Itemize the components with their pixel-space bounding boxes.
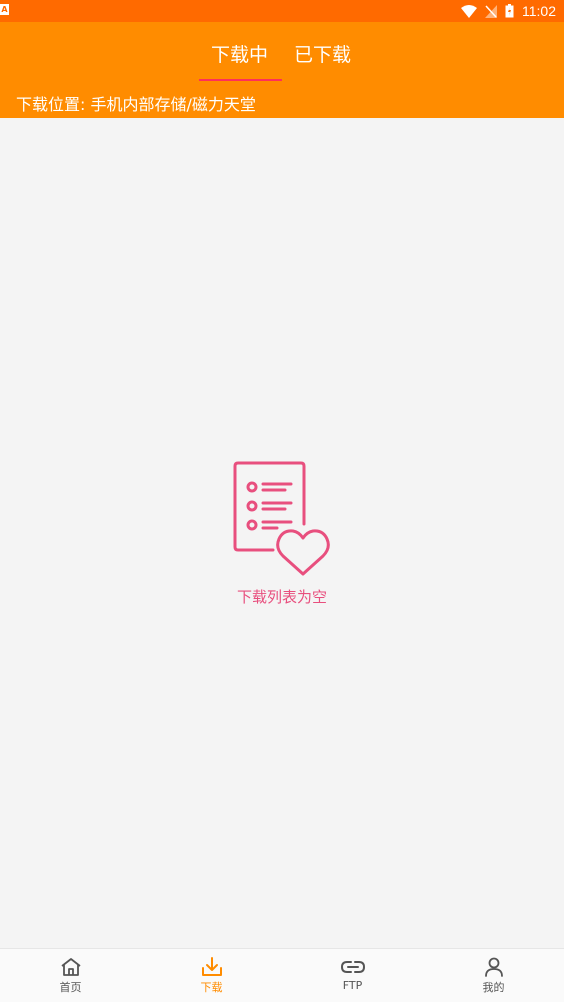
tab-downloading[interactable]: 下载中 [211, 40, 268, 67]
clock: 11:02 [522, 3, 556, 19]
link-icon [340, 961, 365, 973]
nav-ftp[interactable]: FTP [282, 949, 423, 1002]
person-icon [484, 957, 503, 977]
battery-icon [505, 4, 514, 18]
nav-download[interactable]: 下载 [141, 949, 282, 1002]
nav-home[interactable]: 首页 [0, 949, 141, 1002]
download-location: 下载位置: 手机内部存储/磁力天堂 [16, 95, 256, 114]
nav-ftp-label: FTP [342, 979, 363, 992]
list-heart-icon [233, 461, 330, 576]
nav-mine[interactable]: 我的 [423, 949, 564, 1002]
empty-state: 下载列表为空 [0, 460, 564, 607]
nav-download-label: 下载 [200, 981, 223, 994]
empty-message: 下载列表为空 [236, 588, 327, 606]
tab-bar: 下载中 已下载 [0, 22, 564, 82]
tab-downloaded[interactable]: 已下载 [294, 40, 351, 67]
status-bar: A 11:02 [0, 0, 564, 22]
header: 下载中 已下载 下载位置: 手机内部存储/磁力天堂 [0, 22, 564, 118]
notification-icon: A [0, 4, 9, 15]
status-icons: 11:02 [461, 0, 556, 22]
tab-indicator [199, 79, 282, 81]
nav-home-label: 首页 [59, 981, 82, 994]
home-icon [60, 958, 81, 976]
no-signal-icon [485, 4, 497, 18]
wifi-icon [461, 4, 477, 18]
bottom-nav: 首页 下载 FTP 我的 [0, 948, 564, 1002]
download-icon [201, 957, 222, 976]
nav-mine-label: 我的 [482, 981, 505, 994]
